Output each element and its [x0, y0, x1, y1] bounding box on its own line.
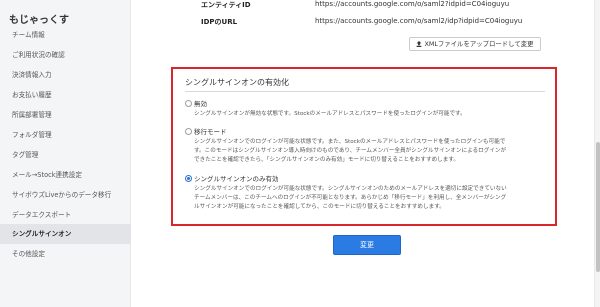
idp-url-value: https://accounts.google.com/o/saml2/idp?… [315, 17, 523, 25]
option-header[interactable]: 無効 [185, 99, 545, 109]
radio-button[interactable] [185, 128, 192, 135]
option-header[interactable]: シングルサインオンのみ有効 [185, 174, 545, 184]
sidebar-item[interactable]: 所属部署管理 [0, 105, 131, 125]
upload-icon [417, 41, 422, 47]
description-line: す。このモードはシングルサインオン導入時向けのものであり、チームメンバー全員がシ… [194, 148, 507, 154]
option-header[interactable]: 移行モード [185, 127, 545, 137]
description-line: シングルサインオンでのログインが可能な状態です。また、Stockのメールアドレス… [194, 139, 506, 145]
entity-id-value: https://accounts.google.com/o/saml2?idpi… [315, 0, 510, 8]
idp-url-label: IDPのURL [201, 18, 238, 26]
upload-xml-label: XMLファイルをアップロードして変更 [424, 40, 534, 48]
radio-option-disabled[interactable]: 無効シングルサインオンが無効な状態です。Stockのメールアドレスとパスワードを… [185, 99, 545, 119]
description-line: シングルサインオンが無効な状態です。Stockのメールアドレスとパスワードを使っ… [194, 111, 466, 117]
scrollbar[interactable] [594, 0, 600, 307]
option-label[interactable]: シングルサインオンのみ有効 [194, 174, 279, 184]
radio-option-sso-only[interactable]: シングルサインオンのみ有効シングルサインオンでのログインが可能な状態です。シング… [185, 174, 545, 212]
sidebar-item[interactable]: チーム情報 [0, 25, 131, 45]
sidebar-item[interactable]: フォルダ管理 [0, 125, 131, 145]
sidebar-item[interactable]: お支払い履歴 [0, 85, 131, 105]
description-line: できたことを確認できたら、「シングルサインオンのみ有効」モードに切り替えることを… [194, 157, 459, 163]
entity-id-label: エンティティID [201, 1, 251, 9]
sidebar-item[interactable]: 決済情報入力 [0, 65, 131, 85]
radio-button[interactable] [185, 175, 192, 182]
upload-xml-button[interactable]: XMLファイルをアップロードして変更 [409, 37, 541, 51]
main-content: エンティティID https://accounts.google.com/o/s… [131, 0, 600, 307]
save-button[interactable]: 変更 [333, 235, 401, 255]
radio-button[interactable] [185, 100, 192, 107]
option-description: シングルサインオンでのログインが可能な状態です。また、Stockのメールアドレス… [194, 138, 545, 165]
sso-section-title: シングルサインオンの有効化 [185, 78, 289, 87]
option-description: シングルサインオンでのログインが可能な状態です。シングルサインオンのためのメール… [194, 185, 545, 212]
option-label[interactable]: 無効 [194, 99, 207, 109]
sidebar: もじゃっくす チーム情報 ご利用状況の確認 決済情報入力 お支払い履歴 所属部署管理 フォ… [0, 0, 131, 307]
sidebar-item[interactable]: タグ管理 [0, 145, 131, 165]
description-line: ルサインオンが可能になったことを確認してから、このモードに切り替えることをおすす… [194, 204, 445, 210]
sidebar-item[interactable]: メール→Stock連携設定 [0, 165, 131, 185]
description-line: チームメンバーは、このチームへのログインが不可能となります。あらかじめ「移行モー… [194, 195, 507, 201]
section-divider [185, 91, 545, 92]
sso-settings-panel: シングルサインオンの有効化 無効シングルサインオンが無効な状態です。Stockの… [171, 67, 557, 226]
sidebar-item[interactable]: サイボウズLiveからのデータ移行 [0, 185, 131, 205]
sidebar-item[interactable]: ご利用状況の確認 [0, 45, 131, 65]
radio-option-migration[interactable]: 移行モードシングルサインオンでのログインが可能な状態です。また、Stockのメー… [185, 127, 545, 165]
team-name: もじゃっくす [9, 15, 69, 26]
sidebar-item[interactable]: その他設定 [0, 244, 131, 264]
description-line: シングルサインオンでのログインが可能な状態です。シングルサインオンのためのメール… [194, 186, 507, 192]
sidebar-item[interactable]: データエクスポート [0, 205, 131, 225]
option-description: シングルサインオンが無効な状態です。Stockのメールアドレスとパスワードを使っ… [194, 110, 545, 119]
option-label[interactable]: 移行モード [194, 127, 227, 137]
sidebar-item[interactable]: シングルサインオン [0, 224, 131, 244]
scrollbar-thumb[interactable] [596, 142, 600, 272]
